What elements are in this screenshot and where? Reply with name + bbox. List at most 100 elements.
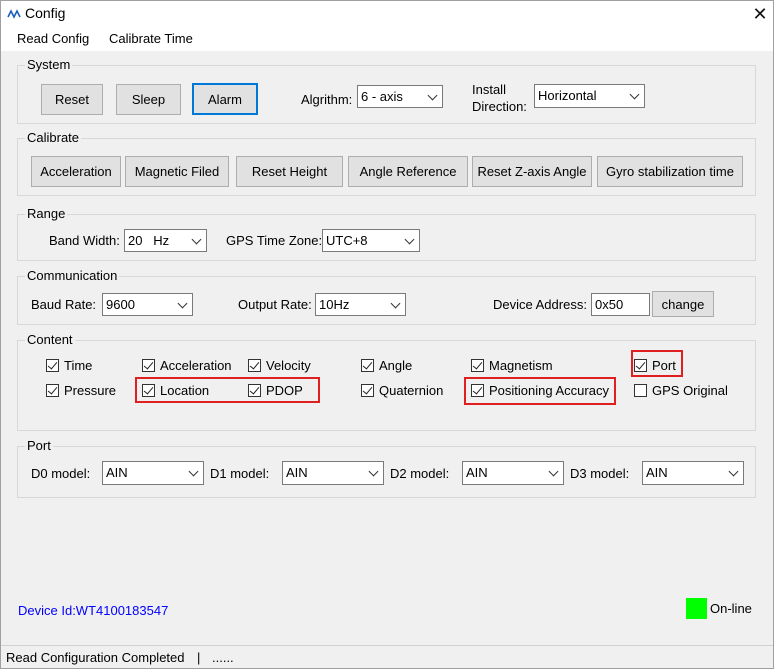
d2-model-select[interactable]: AIN — [462, 461, 564, 485]
system-group-title: System — [25, 57, 73, 72]
reset-z-axis-button[interactable]: Reset Z-axis Angle — [472, 156, 592, 187]
baud-rate-label: Baud Rate: — [31, 297, 97, 312]
chevron-down-icon — [177, 298, 188, 309]
d3-model-label: D3 model: — [570, 466, 630, 481]
content-group-title: Content — [25, 332, 75, 347]
timezone-label: GPS Time Zone: — [226, 233, 323, 248]
d0-model-label: D0 model: — [31, 466, 91, 481]
device-address-input[interactable]: 0x50 — [591, 293, 650, 316]
change-address-button[interactable]: change — [652, 291, 714, 317]
alarm-button[interactable]: Alarm — [192, 83, 258, 115]
install-direction-select[interactable]: Horizontal — [534, 84, 645, 108]
calibrate-magnetic-button[interactable]: Magnetic Filed — [125, 156, 229, 187]
checkmark-icon — [47, 384, 58, 395]
close-icon[interactable]: ✕ — [745, 2, 774, 26]
checkbox-label: Magnetism — [489, 358, 553, 373]
output-rate-select[interactable]: 10Hz — [315, 293, 406, 316]
status-separator — [1, 645, 773, 646]
checkbox-label: Quaternion — [379, 383, 444, 398]
bandwidth-value: 20 Hz — [128, 233, 170, 248]
device-address-label: Device Address: — [493, 297, 587, 312]
calibrate-acceleration-button[interactable]: Acceleration — [31, 156, 121, 187]
checkbox-label: Angle — [379, 358, 413, 373]
checkbox-velocity[interactable] — [248, 359, 261, 372]
chevron-down-icon — [427, 90, 438, 101]
chevron-down-icon — [191, 234, 202, 245]
checkmark-icon — [249, 359, 260, 370]
online-indicator — [686, 598, 707, 619]
checkmark-icon — [362, 384, 373, 395]
chevron-down-icon — [404, 234, 415, 245]
install-label: Install — [472, 82, 506, 97]
d1-model-label: D1 model: — [210, 466, 270, 481]
communication-group-title: Communication — [25, 268, 120, 283]
checkbox-angle[interactable] — [361, 359, 374, 372]
status-extra: ...... — [212, 650, 234, 665]
checkbox-quaternion[interactable] — [361, 384, 374, 397]
chevron-down-icon — [548, 466, 559, 477]
calibrate-group-title: Calibrate — [25, 130, 82, 145]
menu-calibrate-time[interactable]: Calibrate Time — [109, 31, 193, 46]
device-address-value: 0x50 — [595, 297, 624, 312]
timezone-select[interactable]: UTC+8 — [322, 229, 420, 252]
install-direction-value: Horizontal — [538, 88, 597, 103]
status-divider: | — [197, 650, 201, 665]
d1-model-select[interactable]: AIN — [282, 461, 384, 485]
bandwidth-select[interactable]: 20 Hz — [124, 229, 207, 252]
algorithm-label: Algrithm: — [301, 92, 353, 107]
d3-model-value: AIN — [646, 465, 668, 480]
d0-model-value: AIN — [106, 465, 128, 480]
gyro-stabilization-button[interactable]: Gyro stabilization time — [597, 156, 743, 187]
checkbox-label: GPS Original — [652, 383, 728, 398]
checkbox-label: Velocity — [266, 358, 311, 373]
device-id-text: Device Id:WT4100183547 — [18, 603, 169, 618]
online-label: On-line — [710, 601, 752, 616]
d3-model-select[interactable]: AIN — [642, 461, 744, 485]
algorithm-value: 6 - axis — [361, 89, 403, 104]
window-title: Config — [25, 5, 66, 21]
algorithm-select[interactable]: 6 - axis — [357, 85, 443, 108]
output-rate-label: Output Rate: — [238, 297, 312, 312]
chevron-down-icon — [629, 89, 640, 100]
range-group-title: Range — [25, 206, 68, 221]
checkbox-pressure[interactable] — [46, 384, 59, 397]
chevron-down-icon — [390, 298, 401, 309]
status-message: Read Configuration Completed — [6, 650, 185, 665]
menu-read-config[interactable]: Read Config — [17, 31, 89, 46]
checkmark-icon — [472, 359, 483, 370]
baud-rate-value: 9600 — [106, 297, 135, 312]
checkmark-icon — [362, 359, 373, 370]
checkbox-acceleration[interactable] — [142, 359, 155, 372]
checkmark-icon — [143, 359, 154, 370]
chevron-down-icon — [368, 466, 379, 477]
output-rate-value: 10Hz — [319, 297, 350, 312]
sleep-button[interactable]: Sleep — [116, 84, 181, 115]
timezone-value: UTC+8 — [326, 233, 368, 248]
highlight-positioning-accuracy — [464, 377, 616, 405]
highlight-location-pdop — [135, 377, 320, 403]
d0-model-select[interactable]: AIN — [102, 461, 204, 485]
reset-height-button[interactable]: Reset Height — [236, 156, 343, 187]
baud-rate-select[interactable]: 9600 — [102, 293, 193, 316]
app-logo-icon — [7, 9, 21, 19]
title-bar[interactable]: Config ✕ — [1, 1, 773, 27]
checkbox-label: Acceleration — [160, 358, 232, 373]
chevron-down-icon — [728, 466, 739, 477]
checkbox-label: Time — [64, 358, 93, 373]
angle-reference-button[interactable]: Angle Reference — [348, 156, 468, 187]
direction-label: Direction: — [472, 99, 527, 114]
checkmark-icon — [47, 359, 58, 370]
checkbox-time[interactable] — [46, 359, 59, 372]
d1-model-value: AIN — [286, 465, 308, 480]
bandwidth-label: Band Width: — [49, 233, 120, 248]
highlight-port — [631, 350, 683, 377]
chevron-down-icon — [188, 466, 199, 477]
port-group-title: Port — [25, 438, 53, 453]
checkbox-gps-original[interactable] — [634, 384, 647, 397]
menu-bar: Read Config Calibrate Time — [1, 27, 773, 51]
checkbox-label: Pressure — [64, 383, 117, 398]
d2-model-label: D2 model: — [390, 466, 450, 481]
checkbox-magnetism[interactable] — [471, 359, 484, 372]
d2-model-value: AIN — [466, 465, 488, 480]
reset-button[interactable]: Reset — [41, 84, 103, 115]
